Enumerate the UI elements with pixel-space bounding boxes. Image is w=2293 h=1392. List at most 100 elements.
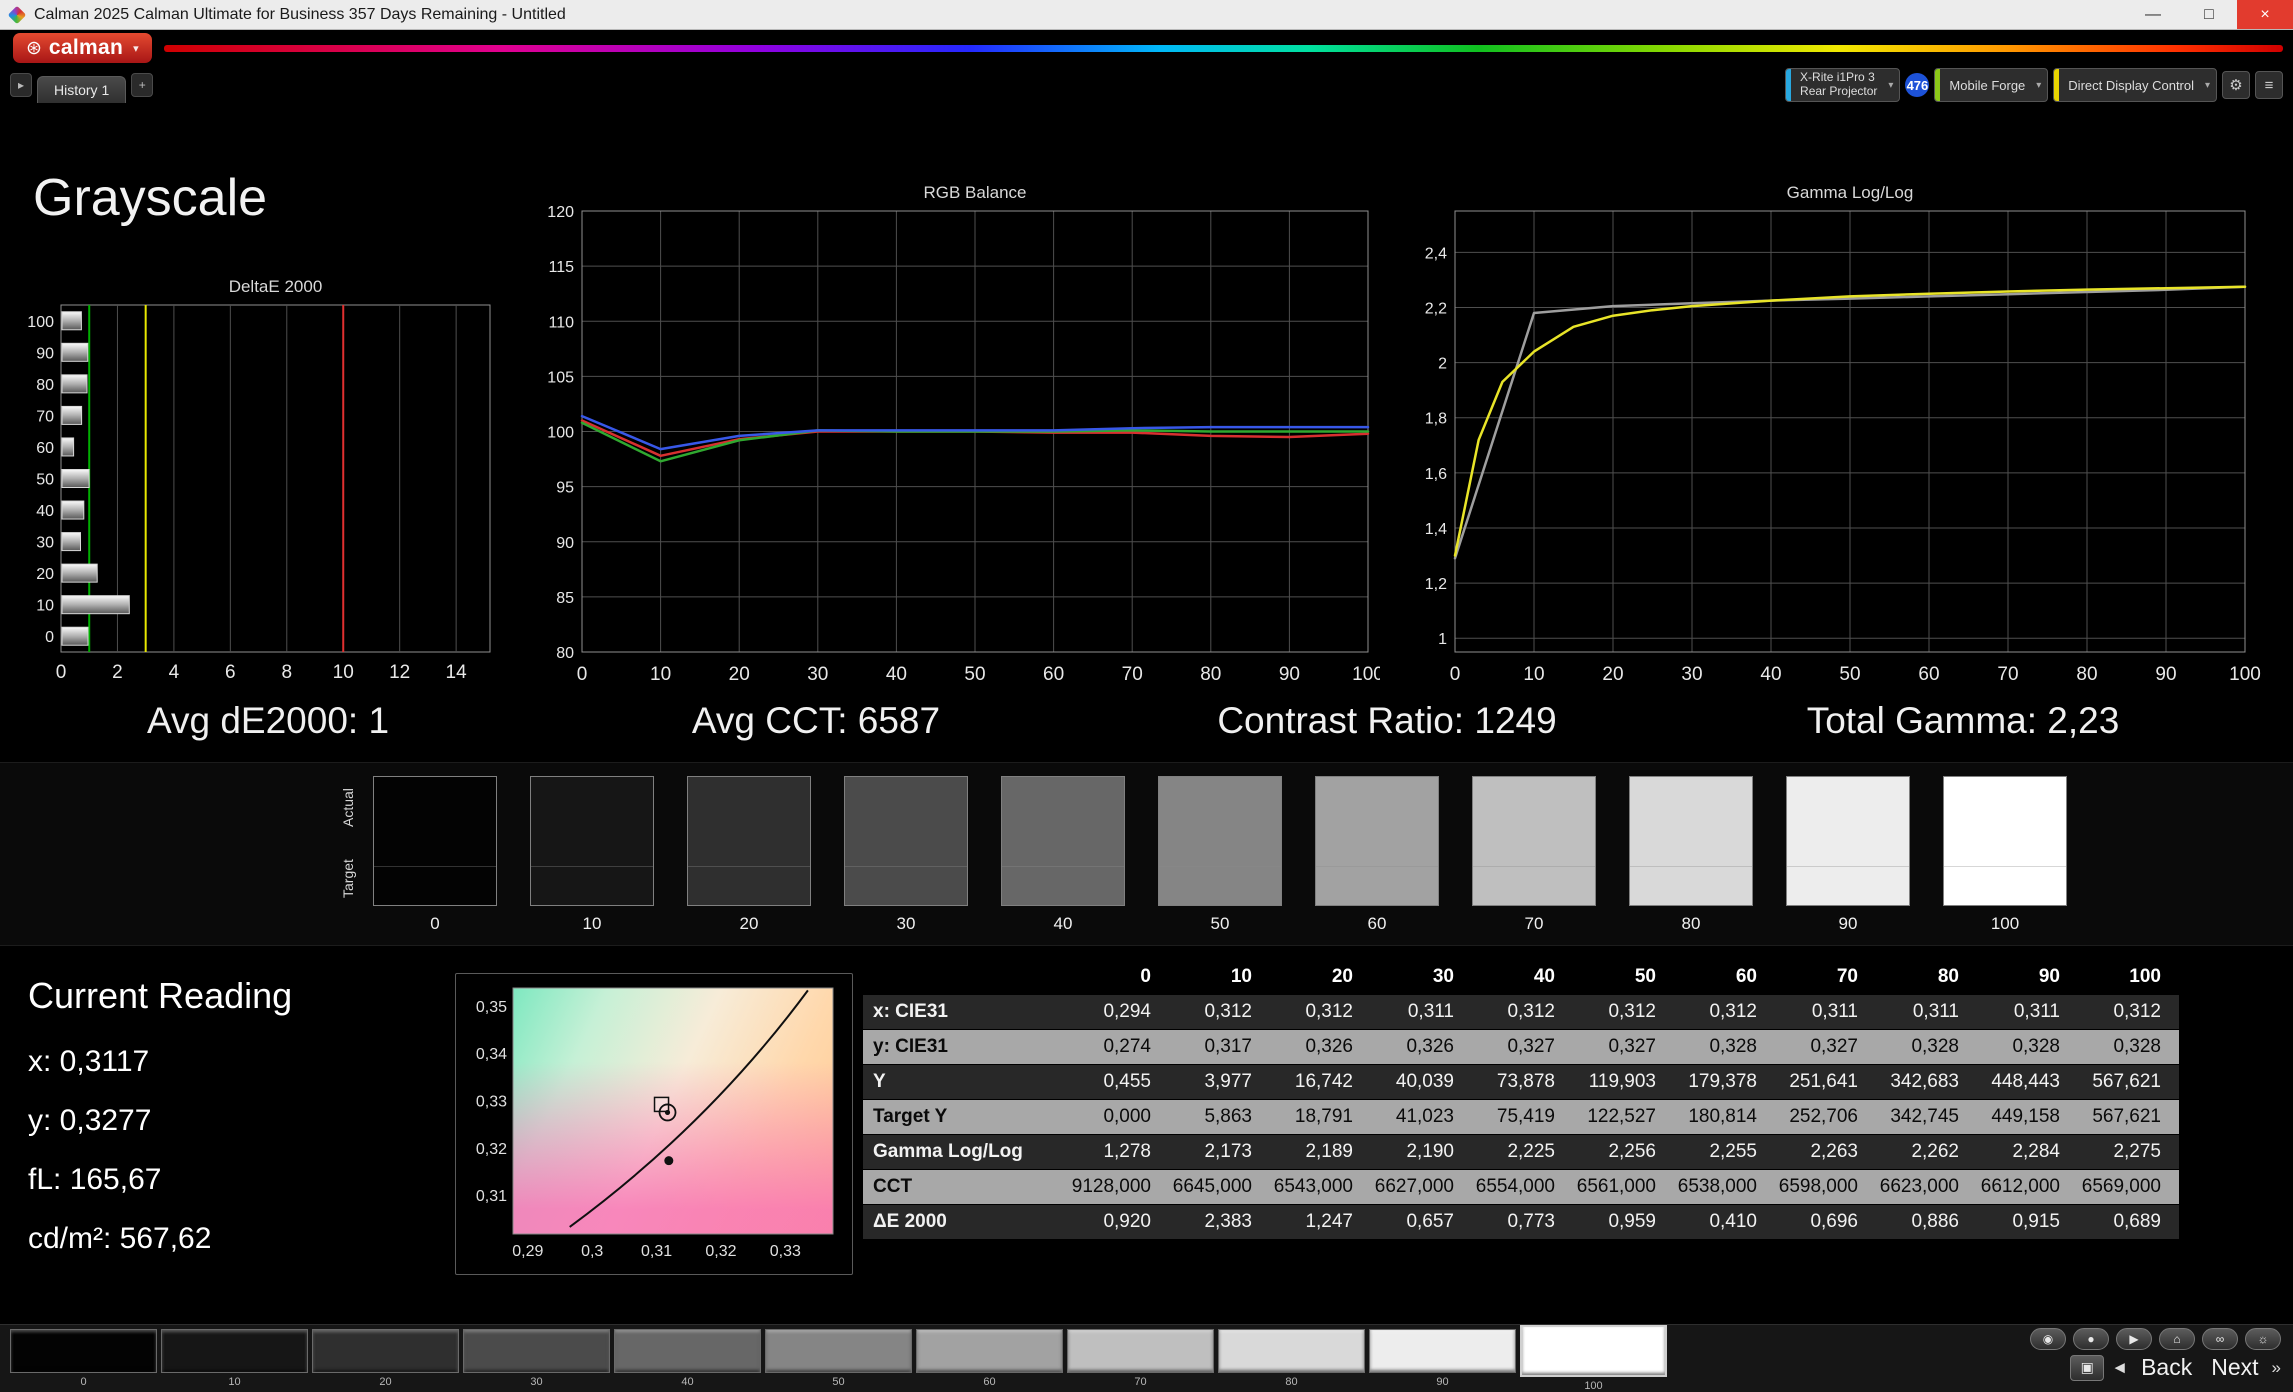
table-cell: 0,410 <box>1674 1205 1775 1240</box>
table-row-label: ΔE 2000 <box>863 1205 1068 1240</box>
svg-text:120: 120 <box>547 204 574 221</box>
calman-logo-menu[interactable]: ⊛ calman ▾ <box>13 33 152 63</box>
minimize-button[interactable]: — <box>2125 0 2181 29</box>
continuous-button[interactable]: ∞ <box>2202 1328 2238 1350</box>
svg-text:10: 10 <box>650 664 671 685</box>
current-reading-panel: Current Reading x: 0,3117 y: 0,3277 fL: … <box>28 975 292 1281</box>
table-cell: 0,328 <box>1674 1030 1775 1065</box>
table-cell: 0,327 <box>1573 1030 1674 1065</box>
table-cell: 6645,000 <box>1169 1170 1270 1205</box>
table-cell: 6627,000 <box>1371 1170 1472 1205</box>
source-name: Mobile Forge <box>1945 78 2025 93</box>
patch-button-40[interactable]: 40 <box>614 1329 761 1392</box>
table-cell: 0,773 <box>1472 1205 1573 1240</box>
record-icon: ● <box>2087 1332 2094 1346</box>
swatch-actual <box>845 777 967 866</box>
table-cell: 0,326 <box>1371 1030 1472 1065</box>
swatch-box <box>1158 776 1282 906</box>
calman-app: Calman 2025 Calman Ultimate for Business… <box>0 0 2293 1392</box>
table-cell: 251,641 <box>1775 1065 1876 1100</box>
brightness-button[interactable]: ☼ <box>2245 1328 2281 1350</box>
next-button[interactable]: Next <box>2211 1354 2258 1381</box>
table-cell: 2,189 <box>1270 1135 1371 1170</box>
patch-button-100[interactable]: 100 <box>1520 1329 1667 1392</box>
swatch-label: 70 <box>1472 914 1596 934</box>
patch-swatch[interactable] <box>1520 1325 1667 1377</box>
patch-button-20[interactable]: 20 <box>312 1329 459 1392</box>
patch-swatch[interactable] <box>161 1329 308 1373</box>
table-col-header: 60 <box>1674 960 1775 995</box>
svg-text:20: 20 <box>36 566 54 583</box>
swatch-box <box>1472 776 1596 906</box>
speaker-icon: ◄ <box>2111 1358 2128 1378</box>
reading-x: x: 0,3117 <box>28 1045 292 1079</box>
table-row-label: y: CIE31 <box>863 1030 1068 1065</box>
record-button[interactable]: ● <box>2073 1328 2109 1350</box>
table-cell: 0,326 <box>1270 1030 1371 1065</box>
save-button[interactable]: ⌂ <box>2159 1328 2195 1350</box>
patch-swatch[interactable] <box>463 1329 610 1373</box>
display-control-dropdown[interactable]: Direct Display Control ▾ <box>2053 68 2217 102</box>
results-table: 0102030405060708090100x: CIE310,2940,312… <box>863 960 2179 1240</box>
svg-text:0,35: 0,35 <box>476 999 507 1016</box>
transport-icon-row: ◉ ● ▶ ⌂ ∞ ☼ <box>2030 1328 2281 1350</box>
tab-history-1[interactable]: History 1 <box>37 76 126 103</box>
table-cell: 2,190 <box>1371 1135 1472 1170</box>
patch-swatch[interactable] <box>916 1329 1063 1373</box>
swatch-label: 30 <box>844 914 968 934</box>
expand-sidebar-button[interactable]: ▸ <box>10 73 32 97</box>
play-button[interactable]: ▶ <box>2116 1328 2152 1350</box>
patch-button-10[interactable]: 10 <box>161 1329 308 1392</box>
patch-label: 50 <box>832 1376 844 1388</box>
patch-swatch[interactable] <box>1218 1329 1365 1373</box>
patch-swatch[interactable] <box>614 1329 761 1373</box>
table-cell: 2,383 <box>1169 1205 1270 1240</box>
meter-name: X-Rite i1Pro 3 <box>1800 71 1877 85</box>
patch-swatch[interactable] <box>765 1329 912 1373</box>
total-gamma-value: Total Gamma: 2,23 <box>1807 700 2120 742</box>
swatch-box <box>1315 776 1439 906</box>
pattern-window-button[interactable]: ▣ <box>2070 1355 2104 1381</box>
grayscale-swatch-20: 20 <box>687 776 811 934</box>
workspace-toolbar: ▸ History 1 + X-Rite i1Pro 3 Rear Projec… <box>0 66 2293 104</box>
back-button[interactable]: Back <box>2141 1354 2192 1381</box>
svg-text:0,31: 0,31 <box>641 1243 672 1260</box>
add-tab-button[interactable]: + <box>131 73 153 97</box>
target-marker-dot <box>664 1156 673 1165</box>
patch-swatch[interactable] <box>1067 1329 1214 1373</box>
menu-button[interactable]: ≡ <box>2255 71 2283 99</box>
table-cell: 41,023 <box>1371 1100 1472 1135</box>
patch-button-60[interactable]: 60 <box>916 1329 1063 1392</box>
camera-button[interactable]: ◉ <box>2030 1328 2066 1350</box>
grayscale-swatches: 0102030405060708090100 <box>373 776 2067 934</box>
grayscale-swatch-100: 100 <box>1943 776 2067 934</box>
close-button[interactable]: × <box>2237 0 2293 29</box>
table-cell: 6612,000 <box>1977 1170 2078 1205</box>
svg-text:1,8: 1,8 <box>1425 411 1447 428</box>
patch-button-0[interactable]: 0 <box>10 1329 157 1392</box>
source-dropdown[interactable]: Mobile Forge ▾ <box>1934 68 2048 102</box>
patch-button-50[interactable]: 50 <box>765 1329 912 1392</box>
table-cell: 3,977 <box>1169 1065 1270 1100</box>
meter-dropdown[interactable]: X-Rite i1Pro 3 Rear Projector ▾ <box>1785 68 1900 102</box>
patch-button-90[interactable]: 90 <box>1369 1329 1516 1392</box>
svg-text:70: 70 <box>1997 664 2018 685</box>
table-cell: 0,312 <box>1472 995 1573 1030</box>
patch-button-80[interactable]: 80 <box>1218 1329 1365 1392</box>
calman-logo-text: calman <box>49 36 123 60</box>
table-cell: 0,886 <box>1876 1205 1977 1240</box>
patch-button-70[interactable]: 70 <box>1067 1329 1214 1392</box>
display-accent <box>2054 69 2059 101</box>
svg-text:0: 0 <box>45 629 54 646</box>
table-row-label: Y <box>863 1065 1068 1100</box>
settings-button[interactable]: ⚙ <box>2222 71 2250 99</box>
maximize-button[interactable]: □ <box>2181 0 2237 29</box>
patch-swatch[interactable] <box>10 1329 157 1373</box>
table-cell: 16,742 <box>1270 1065 1371 1100</box>
table-cell: 2,256 <box>1573 1135 1674 1170</box>
patch-swatch[interactable] <box>312 1329 459 1373</box>
patch-swatch[interactable] <box>1369 1329 1516 1373</box>
patch-button-30[interactable]: 30 <box>463 1329 610 1392</box>
swatch-label: 10 <box>530 914 654 934</box>
spectrum-bar <box>164 45 2283 52</box>
